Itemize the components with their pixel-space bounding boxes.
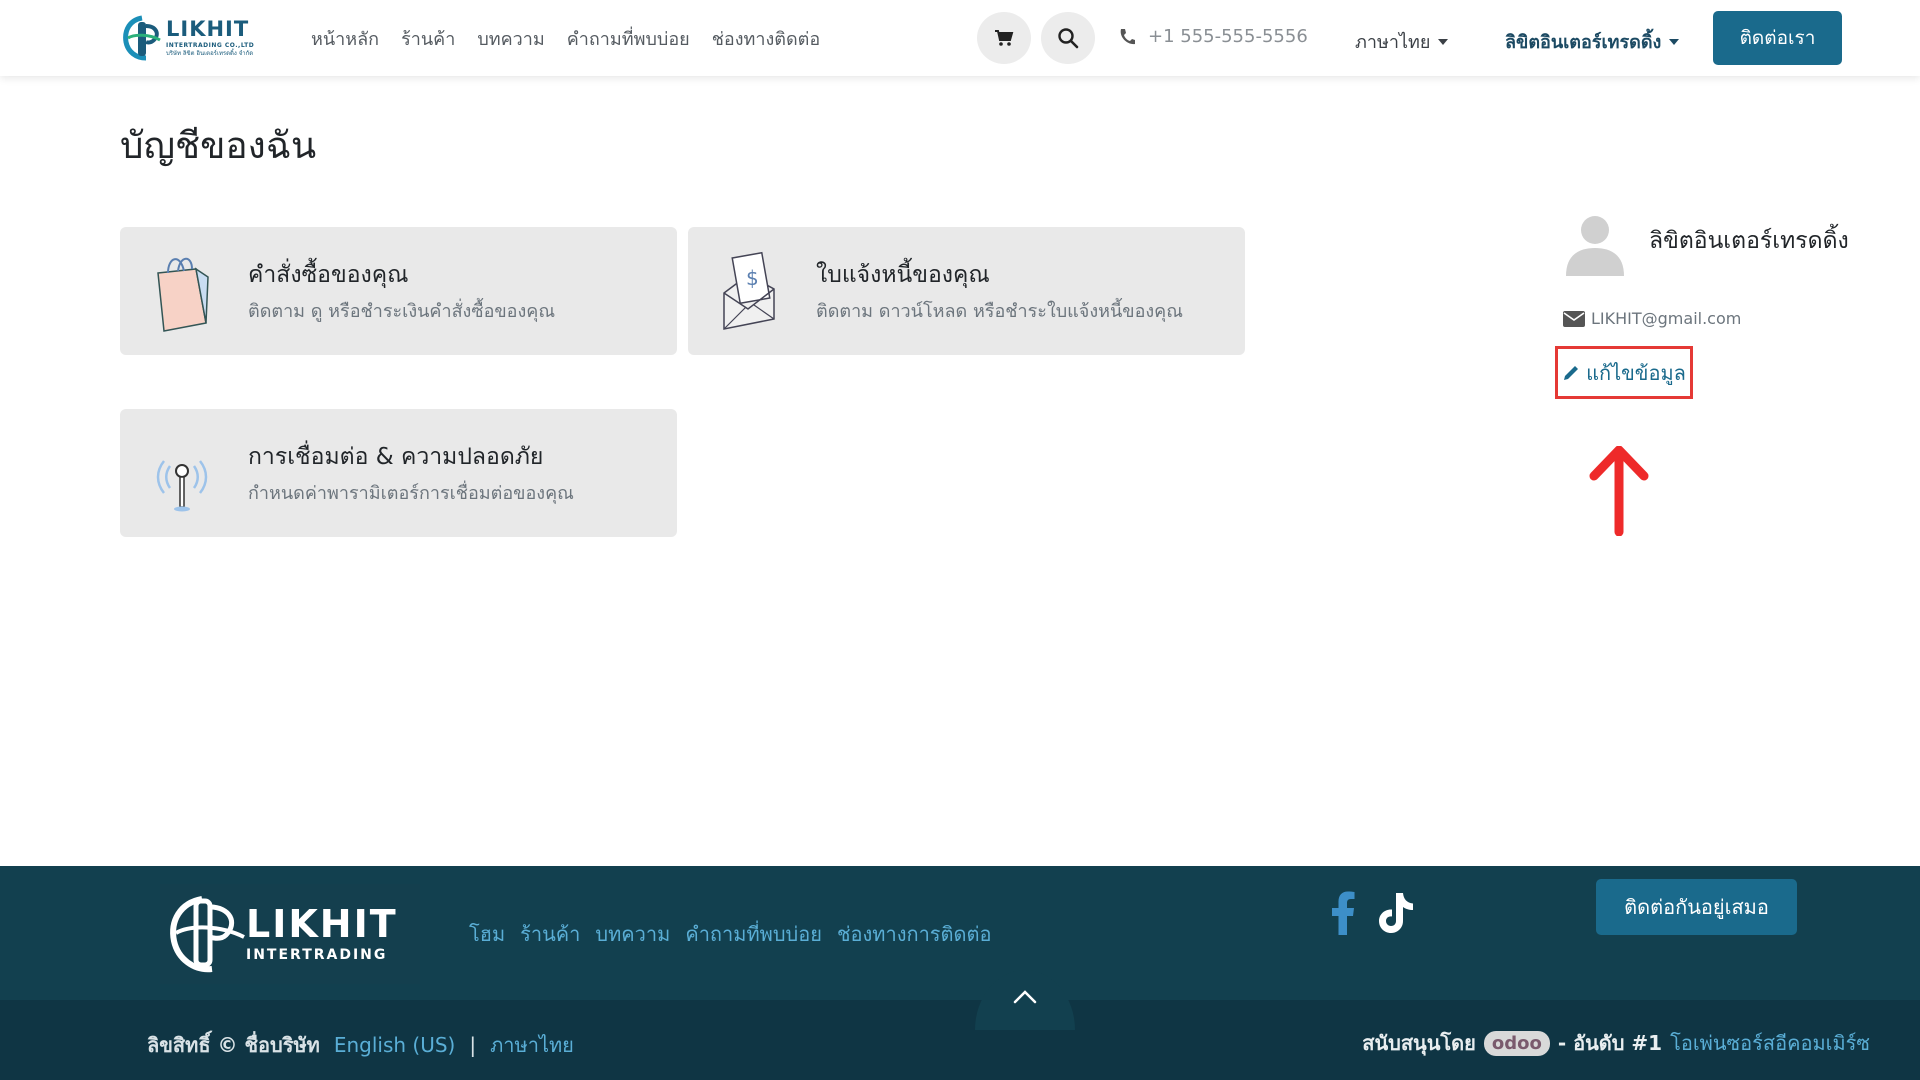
facebook-link[interactable] — [1330, 888, 1356, 938]
powered-by: สนับสนุนโดย odoo - อันดับ #1 โอเพ่นซอร์ส… — [1362, 1027, 1870, 1059]
phone-number: +1 555-555-5556 — [1148, 26, 1308, 47]
envelope-icon — [1563, 310, 1585, 327]
odoo-logo[interactable]: odoo — [1483, 1030, 1550, 1056]
lang-th-link[interactable]: ภาษาไทย — [490, 1029, 574, 1061]
security-card-desc: กำหนดค่าพารามิเตอร์การเชื่อมต่อของคุณ — [248, 483, 574, 504]
footer-logo-sub: INTERTRADING — [246, 947, 388, 963]
facebook-icon — [1332, 891, 1355, 935]
site-logo[interactable]: LIKHIT INTERTRADING CO.,LTD บริษัท ลิขิต… — [120, 12, 270, 64]
profile-email: LIKHIT@gmail.com — [1563, 309, 1741, 328]
nav-shop[interactable]: ร้านค้า — [401, 24, 455, 53]
invoices-card[interactable]: $ ใบแจ้งหนี้ของคุณ ติดตาม ดาวน์โหลด หรือ… — [688, 227, 1245, 355]
chevron-down-icon — [1669, 38, 1680, 45]
footer-nav-contact[interactable]: ช่องทางการติดต่อ — [837, 918, 992, 950]
edit-profile-link[interactable]: แก้ไขข้อมูล — [1555, 346, 1693, 399]
language-dropdown[interactable]: ภาษาไทย — [1355, 27, 1449, 56]
logo-line1: INTERTRADING CO.,LTD — [166, 42, 255, 49]
tiktok-icon — [1379, 893, 1413, 933]
account-page: LIKHIT INTERTRADING CO.,LTD บริษัท ลิขิต… — [0, 0, 1920, 1080]
contact-us-button[interactable]: ติดต่อเรา — [1713, 11, 1842, 65]
pencil-icon — [1564, 365, 1579, 380]
lang-en-link[interactable]: English (US) — [334, 1033, 456, 1057]
footer-logo-brand: LIKHIT — [246, 902, 398, 946]
orders-card-title: คำสั่งซื้อของคุณ — [248, 262, 409, 288]
invoices-card-desc: ติดตาม ดาวน์โหลด หรือชำระใบแจ้งหนี้ของคุ… — [816, 301, 1183, 322]
ecommerce-link[interactable]: โอเพ่นซอร์สอีคอมเมิร์ซ — [1670, 1027, 1870, 1059]
profile-name: ลิขิตอินเตอร์เทรดดิ้ง — [1649, 228, 1849, 254]
search-icon — [1058, 28, 1079, 49]
security-card-title: การเชื่อมต่อ & ความปลอดภัย — [248, 444, 544, 470]
security-card[interactable]: การเชื่อมต่อ & ความปลอดภัย กำหนดค่าพาราม… — [120, 409, 677, 537]
email-text: LIKHIT@gmail.com — [1591, 309, 1742, 328]
logo-brand: LIKHIT — [166, 17, 250, 41]
antenna-icon — [156, 460, 208, 512]
top-navbar: LIKHIT INTERTRADING CO.,LTD บริษัท ลิขิต… — [0, 0, 1920, 76]
chevron-down-icon — [1438, 38, 1449, 45]
nav-blog[interactable]: บทความ — [477, 24, 544, 53]
copyright-row: ลิขสิทธิ์ © ชื่อบริษัท English (US) | ภา… — [147, 1029, 574, 1061]
shopping-bag-icon — [157, 257, 209, 332]
orders-card[interactable]: คำสั่งซื้อของคุณ ติดตาม ดู หรือชำระเงินค… — [120, 227, 677, 355]
svg-text:$: $ — [746, 266, 759, 290]
chevron-up-icon — [1013, 990, 1037, 1004]
page-title: บัญชีของฉัน — [120, 124, 317, 167]
phone-icon — [1120, 28, 1135, 44]
powered-mid: - อันดับ #1 — [1557, 1031, 1663, 1055]
logo-mark-icon — [170, 896, 245, 973]
invoices-card-title: ใบแจ้งหนี้ของคุณ — [816, 262, 990, 288]
footer-nav-faq[interactable]: คำถามที่พบบ่อย — [685, 918, 822, 950]
footer-nav-blog[interactable]: บทความ — [595, 918, 670, 950]
powered-prefix: สนับสนุนโดย — [1362, 1031, 1476, 1055]
logo-mark-icon — [123, 15, 161, 61]
user-dropdown[interactable]: ลิขิตอินเตอร์เทรดดิ้ง — [1505, 27, 1680, 56]
nav-contact[interactable]: ช่องทางติดต่อ — [712, 24, 820, 53]
avatar — [1560, 206, 1630, 276]
footer-contact-button[interactable]: ติดต่อกันอยู่เสมอ — [1596, 879, 1797, 935]
footer-nav-shop[interactable]: ร้านค้า — [520, 918, 580, 950]
tiktok-link[interactable] — [1376, 888, 1416, 938]
edit-profile-label: แก้ไขข้อมูล — [1586, 360, 1686, 385]
copyright-text: ลิขสิทธิ์ © ชื่อบริษัท — [147, 1033, 320, 1057]
footer-nav: โฮม ร้านค้า บทความ คำถามที่พบบ่อย ช่องทา… — [469, 918, 992, 950]
logo-line2: บริษัท ลิขิต อินเตอร์เทรดดิ้ง จำกัด — [166, 50, 254, 57]
lang-separator: | — [469, 1033, 477, 1057]
search-button[interactable] — [1041, 12, 1095, 64]
cart-button[interactable] — [977, 12, 1031, 64]
main-nav: หน้าหลัก ร้านค้า บทความ คำถามที่พบบ่อย ช… — [311, 24, 820, 53]
language-label: ภาษาไทย — [1355, 32, 1431, 53]
cart-icon — [995, 30, 1014, 46]
footer-logo: LIKHIT INTERTRADING — [160, 884, 420, 984]
phone-contact[interactable]: +1 555-555-5556 — [1118, 26, 1308, 47]
arrow-up-icon — [1589, 446, 1649, 536]
invoice-envelope-icon: $ — [723, 251, 775, 330]
footer-nav-home[interactable]: โฮม — [469, 918, 505, 950]
orders-card-desc: ติดตาม ดู หรือชำระเงินคำสั่งซื้อของคุณ — [248, 301, 556, 322]
nav-faq[interactable]: คำถามที่พบบ่อย — [567, 24, 690, 53]
user-name: ลิขิตอินเตอร์เทรดดิ้ง — [1505, 32, 1662, 53]
nav-home[interactable]: หน้าหลัก — [311, 24, 379, 53]
